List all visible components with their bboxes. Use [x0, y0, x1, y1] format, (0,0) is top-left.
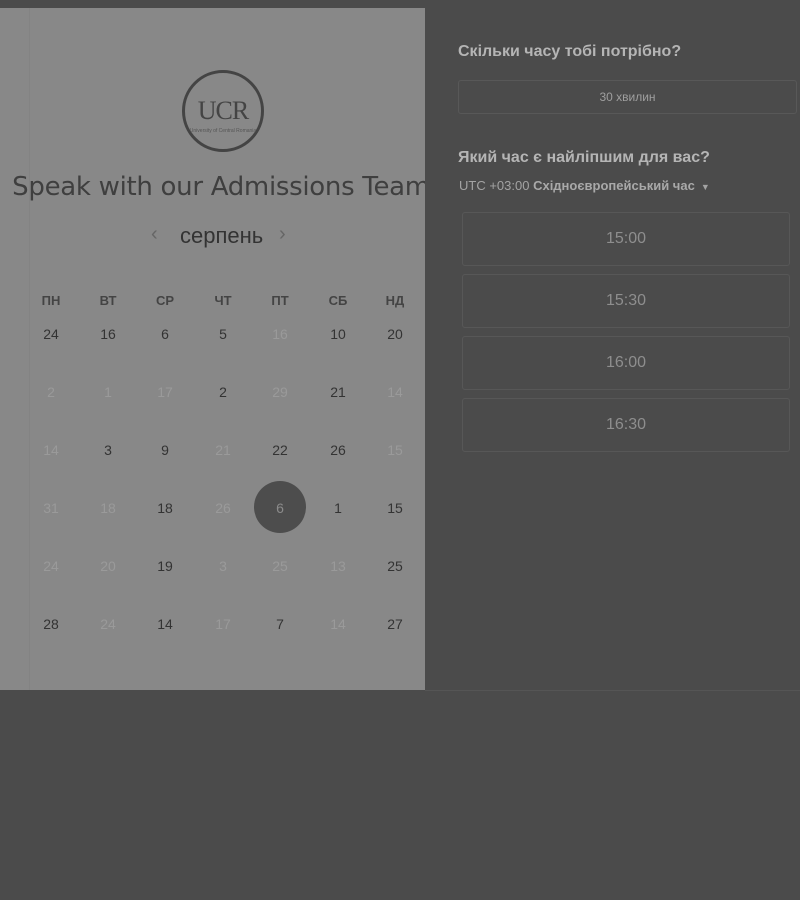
calendar-day: 26	[215, 500, 231, 516]
calendar-day: 18	[100, 500, 116, 516]
calendar-day[interactable]: 28	[31, 613, 71, 635]
calendar-day: 24	[43, 558, 59, 574]
calendar-day[interactable]: 15	[375, 497, 415, 519]
calendar-day: 1	[104, 384, 112, 400]
calendar-day[interactable]: 24	[31, 323, 71, 345]
weekday-header: СБ	[328, 293, 348, 308]
calendar-day: 14	[43, 442, 59, 458]
calendar-day[interactable]: 7	[260, 613, 300, 635]
calendar-day[interactable]: 10	[318, 323, 358, 345]
caret-down-icon: ▼	[700, 182, 710, 192]
calendar-day[interactable]: 16	[88, 323, 128, 345]
calendar-day: 3	[219, 558, 227, 574]
calendar-day: 17	[157, 384, 173, 400]
calendar-day[interactable]: 22	[260, 439, 300, 461]
weekday-header: ПН	[41, 293, 61, 308]
calendar-day[interactable]: 1	[318, 497, 358, 519]
timezone-selector[interactable]: UTC +03:00 Східноєвропейський час ▼	[459, 178, 710, 193]
calendar-day-selected[interactable]: 6	[260, 497, 300, 519]
calendar-day: 24	[100, 616, 116, 632]
calendar-day: 20	[100, 558, 116, 574]
weekday-header: ПТ	[271, 293, 289, 308]
timezone-offset: UTC +03:00	[459, 178, 530, 193]
weekday-header: ВТ	[99, 293, 117, 308]
time-slot[interactable]: 16:30	[462, 398, 790, 452]
duration-question: Скільки часу тобі потрібно?	[458, 43, 682, 60]
time-slot[interactable]: 15:00	[462, 212, 790, 266]
calendar-day[interactable]: 18	[145, 497, 185, 519]
calendar-day[interactable]: 14	[145, 613, 185, 635]
calendar-day[interactable]: 25	[375, 555, 415, 577]
time-slot[interactable]: 16:00	[462, 336, 790, 390]
calendar-day: 14	[330, 616, 346, 632]
calendar-day[interactable]: 9	[145, 439, 185, 461]
calendar-day: 2	[47, 384, 55, 400]
calendar-day[interactable]: 19	[145, 555, 185, 577]
calendar-day[interactable]: 3	[88, 439, 128, 461]
calendar-day: 21	[215, 442, 231, 458]
calendar-day: 29	[272, 384, 288, 400]
weekday-header: СР	[155, 293, 175, 308]
calendar-day: 17	[215, 616, 231, 632]
calendar-day[interactable]: 20	[375, 323, 415, 345]
calendar-grid: ПН ВТ СР ЧТ ПТ СБ НД 24 16 6 5 16 10 20 2 1 17 2 29 21 14 14 3…	[0, 0, 425, 690]
calendar-day[interactable]: 6	[145, 323, 185, 345]
calendar-day[interactable]: 26	[318, 439, 358, 461]
calendar-day: 25	[272, 558, 288, 574]
calendar-day: 15	[387, 442, 403, 458]
calendar-day: 13	[330, 558, 346, 574]
calendar-day: 16	[272, 326, 288, 342]
weekday-header: НД	[385, 293, 405, 308]
weekday-header: ЧТ	[214, 293, 232, 308]
calendar-day: 14	[387, 384, 403, 400]
calendar-day[interactable]: 27	[375, 613, 415, 635]
calendar-day[interactable]: 21	[318, 381, 358, 403]
calendar-day: 31	[43, 500, 59, 516]
timezone-name: Східноєвропейський час	[533, 178, 695, 193]
calendar-day[interactable]: 5	[203, 323, 243, 345]
calendar-day[interactable]: 2	[203, 381, 243, 403]
time-question: Який час є найліпшим для вас?	[458, 149, 710, 166]
duration-option-button[interactable]: 30 хвилин	[458, 80, 797, 114]
time-slot[interactable]: 15:30	[462, 274, 790, 328]
